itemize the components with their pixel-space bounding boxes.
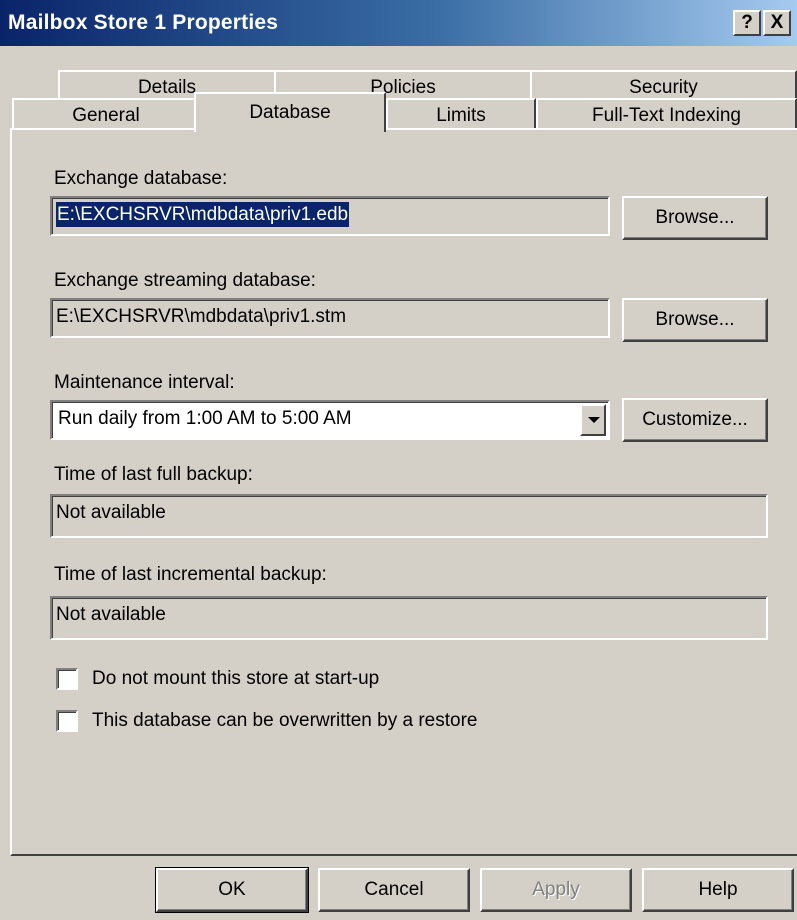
incremental-backup-field: Not available [50, 596, 768, 640]
full-backup-label: Time of last full backup: [54, 464, 253, 485]
help-icon[interactable]: ? [733, 10, 761, 36]
cancel-button[interactable]: Cancel [318, 868, 470, 912]
maintenance-interval-label: Maintenance interval: [54, 372, 235, 393]
tab-full-text-indexing-label: Full-Text Indexing [592, 105, 741, 126]
exchange-database-label: Exchange database: [54, 168, 228, 189]
close-icon[interactable]: X [763, 10, 791, 36]
streaming-database-label: Exchange streaming database: [54, 270, 316, 291]
tab-security[interactable]: Security [530, 70, 797, 100]
exchange-database-path: E:\EXCHSRVR\mdbdata\priv1.edb [56, 202, 350, 227]
full-backup-value: Not available [56, 502, 166, 523]
tab-details-label: Details [137, 77, 197, 98]
tab-general[interactable]: General [12, 98, 200, 128]
streaming-database-path: E:\EXCHSRVR\mdbdata\priv1.stm [56, 306, 347, 327]
database-tab-panel: Exchange database: E:\EXCHSRVR\mdbdata\p… [10, 128, 797, 856]
incremental-backup-value: Not available [56, 604, 166, 625]
streaming-database-field[interactable]: E:\EXCHSRVR\mdbdata\priv1.stm [50, 298, 610, 338]
window-title: Mailbox Store 1 Properties [8, 11, 279, 34]
full-backup-field: Not available [50, 494, 768, 538]
tab-database-label: Database [249, 102, 331, 123]
incremental-backup-label: Time of last incremental backup: [54, 564, 327, 585]
ok-button[interactable]: OK [155, 867, 309, 913]
no-mount-label[interactable]: Do not mount this store at start-up [92, 668, 379, 690]
maintenance-interval-value: Run daily from 1:00 AM to 5:00 AM [58, 408, 352, 429]
apply-button[interactable]: Apply [480, 868, 632, 912]
tab-security-label: Security [629, 77, 698, 98]
chevron-down-icon[interactable] [580, 404, 606, 436]
browse-database-button[interactable]: Browse... [622, 196, 768, 240]
tab-general-label: General [72, 105, 140, 126]
no-mount-checkbox[interactable] [56, 668, 78, 690]
overwrite-label[interactable]: This database can be overwritten by a re… [92, 710, 477, 732]
help-button[interactable]: Help [642, 868, 794, 912]
tab-limits[interactable]: Limits [386, 98, 536, 128]
title-bar[interactable]: Mailbox Store 1 Properties ? X [0, 0, 797, 46]
maintenance-interval-select[interactable]: Run daily from 1:00 AM to 5:00 AM [50, 400, 610, 440]
browse-streaming-button[interactable]: Browse... [622, 298, 768, 342]
overwrite-checkbox[interactable] [56, 710, 78, 732]
tab-database[interactable]: Database [194, 92, 386, 132]
exchange-database-field[interactable]: E:\EXCHSRVR\mdbdata\priv1.edb [50, 196, 610, 236]
tab-full-text-indexing[interactable]: Full-Text Indexing [536, 98, 797, 128]
customize-button[interactable]: Customize... [622, 398, 768, 442]
tab-limits-label: Limits [436, 105, 486, 126]
